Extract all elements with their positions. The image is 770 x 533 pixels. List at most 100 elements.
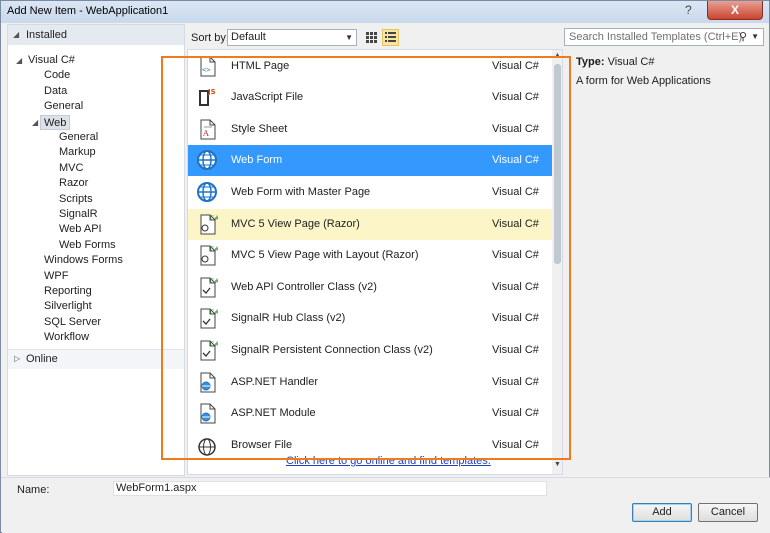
- tree-item[interactable]: Windows Forms: [44, 253, 123, 268]
- svg-text:C#: C#: [210, 278, 218, 285]
- svg-text:C#: C#: [210, 341, 218, 348]
- title-bar: Add New Item - WebApplication1 ? X: [1, 1, 769, 23]
- tree-item[interactable]: Reporting: [44, 284, 92, 299]
- module-icon: [196, 402, 218, 424]
- tree-item[interactable]: Visual C#: [28, 53, 75, 68]
- template-language: Visual C#: [492, 438, 539, 451]
- svg-text:<>: <>: [202, 66, 210, 74]
- template-search-input[interactable]: Search Installed Templates (Ctrl+E) ⚲ ▼: [564, 28, 764, 46]
- template-language: Visual C#: [492, 343, 539, 356]
- template-language: Visual C#: [492, 217, 539, 230]
- tree-item[interactable]: General: [59, 130, 98, 145]
- tree-online[interactable]: ▷ Online: [8, 349, 184, 369]
- tree-installed-header[interactable]: ◢ Installed: [8, 25, 184, 45]
- installed-label: Installed: [26, 29, 67, 41]
- expand-triangle-icon[interactable]: ◢: [16, 56, 22, 65]
- details-type: Type: Visual C#: [576, 56, 654, 68]
- tree-item[interactable]: Data: [44, 84, 67, 99]
- list-scrollbar[interactable]: ▲ ▼: [552, 50, 562, 474]
- template-row[interactable]: C# SignalR Persistent Connection Class (v…: [188, 335, 552, 366]
- tree-item[interactable]: SQL Server: [44, 315, 101, 330]
- template-row[interactable]: C# SignalR Hub Class (v2) Visual C#: [188, 303, 552, 334]
- template-row[interactable]: C# MVC 5 View Page (Razor) Visual C#: [188, 208, 552, 240]
- template-language: Visual C#: [492, 185, 539, 198]
- template-row[interactable]: ASP.NET Module Visual C#: [188, 398, 552, 429]
- scroll-up-icon[interactable]: ▲: [554, 52, 561, 59]
- add-new-item-dialog: Add New Item - WebApplication1 ? X ◢ Ins…: [0, 0, 770, 533]
- javascript-file-icon: JS: [196, 86, 218, 108]
- template-name: Style Sheet: [231, 122, 288, 135]
- svg-text:C#: C#: [210, 246, 218, 253]
- template-language: Visual C#: [492, 122, 539, 135]
- cancel-button[interactable]: Cancel: [698, 503, 758, 522]
- triangle-right-icon[interactable]: ▷: [14, 354, 20, 363]
- template-row[interactable]: <> HTML Page Visual C#: [188, 51, 552, 82]
- tree-item[interactable]: SignalR: [59, 207, 98, 222]
- tree-item[interactable]: Code: [44, 68, 70, 83]
- name-field[interactable]: WebForm1.aspx: [113, 481, 547, 496]
- template-language: Visual C#: [492, 249, 539, 262]
- search-options-arrow-icon[interactable]: ▼: [751, 29, 759, 45]
- close-button[interactable]: X: [707, 1, 763, 20]
- template-name: MVC 5 View Page with Layout (Razor): [231, 249, 419, 262]
- sort-by-label: Sort by:: [191, 32, 229, 44]
- details-description: A form for Web Applications: [576, 75, 711, 87]
- search-icon[interactable]: ⚲: [739, 29, 747, 45]
- template-row[interactable]: C# Web API Controller Class (v2) Visual C#: [188, 272, 552, 303]
- template-language: Visual C#: [492, 59, 539, 72]
- handler-icon: [196, 371, 218, 393]
- tree-item[interactable]: General: [44, 99, 83, 114]
- svg-text:C#: C#: [210, 309, 218, 316]
- razor-page-icon: C#: [196, 213, 219, 235]
- tree-item[interactable]: Scripts: [59, 192, 93, 207]
- tree-item[interactable]: Web: [40, 114, 71, 130]
- tree-item[interactable]: MVC: [59, 161, 83, 176]
- tree-item[interactable]: WPF: [44, 269, 68, 284]
- template-language: Visual C#: [492, 407, 539, 420]
- browser-file-icon: [196, 434, 218, 456]
- svg-text:C#: C#: [210, 215, 218, 222]
- window-title: Add New Item - WebApplication1: [7, 5, 169, 17]
- template-row[interactable]: A Style Sheet Visual C#: [188, 114, 552, 145]
- template-row[interactable]: JS JavaScript File Visual C#: [188, 82, 552, 113]
- triangle-down-icon[interactable]: ◢: [13, 25, 19, 45]
- details-type-label: Type:: [576, 56, 605, 68]
- csharp-class-icon: C#: [196, 307, 219, 329]
- tree-item[interactable]: Razor: [59, 176, 88, 191]
- expand-triangle-icon[interactable]: ◢: [32, 118, 38, 127]
- tree-item[interactable]: Silverlight: [44, 299, 92, 314]
- help-button[interactable]: ?: [685, 3, 692, 17]
- template-name: HTML Page: [231, 59, 290, 72]
- template-language: Visual C#: [492, 91, 539, 104]
- csharp-class-icon: C#: [196, 276, 219, 298]
- sort-by-dropdown[interactable]: Default ▼: [227, 29, 357, 46]
- style-sheet-icon: A: [196, 118, 218, 140]
- scroll-thumb[interactable]: [554, 64, 561, 264]
- online-label: Online: [26, 353, 58, 365]
- template-row[interactable]: Web Form Visual C#: [188, 145, 552, 177]
- scroll-down-icon[interactable]: ▼: [554, 461, 561, 468]
- template-row[interactable]: ASP.NET Handler Visual C#: [188, 367, 552, 398]
- html-page-icon: <>: [196, 55, 218, 77]
- template-language: Visual C#: [492, 375, 539, 388]
- tree-item[interactable]: Markup: [59, 145, 96, 160]
- template-name: Web API Controller Class (v2): [231, 280, 377, 293]
- tree-item[interactable]: Web API: [59, 222, 102, 237]
- go-online-link[interactable]: Click here to go online and find templat…: [286, 455, 491, 467]
- template-name: SignalR Hub Class (v2): [231, 312, 346, 325]
- list-view-button[interactable]: [382, 29, 399, 46]
- template-language: Visual C#: [492, 312, 539, 325]
- tree-item[interactable]: Workflow: [44, 330, 89, 345]
- csharp-class-icon: C#: [196, 339, 219, 361]
- template-row[interactable]: Web Form with Master Page Visual C#: [188, 177, 552, 208]
- template-name: ASP.NET Module: [231, 407, 316, 420]
- small-icons-view-button[interactable]: [363, 29, 380, 46]
- template-name: Web Form with Master Page: [231, 185, 371, 198]
- add-button[interactable]: Add: [632, 503, 692, 522]
- svg-text:A: A: [202, 129, 209, 138]
- template-name: MVC 5 View Page (Razor): [231, 217, 360, 230]
- list-view-icon: [385, 32, 396, 42]
- tree-item[interactable]: Web Forms: [59, 238, 116, 253]
- template-name: Web Form: [231, 154, 283, 167]
- template-row[interactable]: C# MVC 5 View Page with Layout (Razor) Vis…: [188, 240, 552, 271]
